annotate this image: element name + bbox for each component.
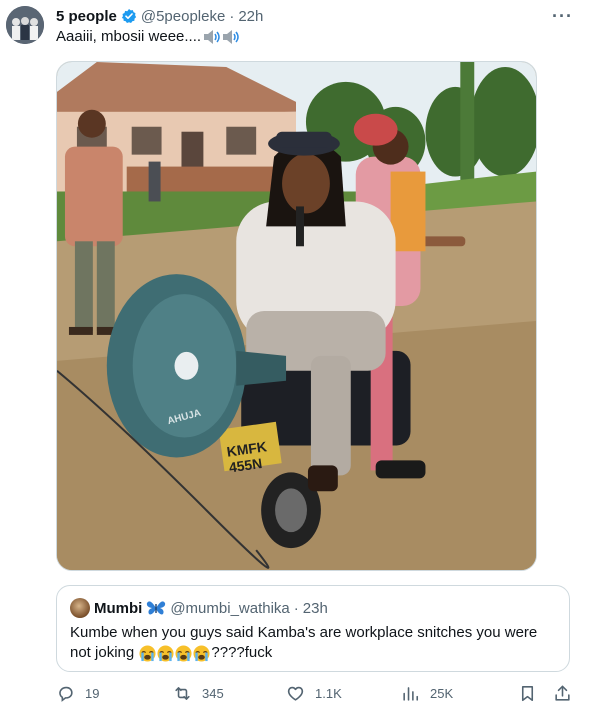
- quoted-tweet[interactable]: Mumbi @mumbi_wathika · 23h Kumbe when yo…: [56, 585, 570, 672]
- quoted-author-handle: @mumbi_wathika: [170, 599, 290, 617]
- loudly-crying-face-icon: [175, 645, 192, 662]
- verified-badge-icon: [121, 8, 137, 24]
- share-button[interactable]: [553, 684, 572, 703]
- quoted-tweet-header: Mumbi @mumbi_wathika · 23h: [70, 598, 328, 618]
- tweet-text: Aaaiii, mbosii weee....: [56, 28, 241, 45]
- loudly-crying-face-icon: [193, 645, 210, 662]
- tweet-action-bar: 19 345 1.1K 25K: [56, 684, 576, 708]
- author-display-name[interactable]: 5 people: [56, 8, 117, 25]
- crying-emoji-group: [139, 645, 210, 662]
- loudly-crying-face-icon: [139, 645, 156, 662]
- author-avatar[interactable]: [6, 6, 44, 44]
- tweet-text-content: Aaaiii, mbosii weee....: [56, 28, 202, 45]
- quoted-text-pre: not joking: [70, 644, 135, 661]
- header-separator: ·: [229, 7, 235, 25]
- share-icon: [553, 684, 572, 703]
- more-options-icon[interactable]: ···: [552, 6, 573, 27]
- quoted-timestamp: 23h: [302, 599, 328, 617]
- butterfly-emoji-icon: [146, 600, 166, 616]
- tweet-header: 5 people @5peopleke · 22h: [56, 6, 263, 26]
- like-button[interactable]: 1.1K: [286, 684, 342, 703]
- bookmark-icon: [518, 684, 537, 703]
- author-handle[interactable]: @5peopleke: [141, 8, 225, 25]
- tweet-media-photo[interactable]: KMFK 455N AHUJA: [56, 61, 537, 571]
- reply-button[interactable]: 19: [56, 684, 99, 703]
- retweet-button[interactable]: 345: [173, 684, 224, 703]
- retweet-icon: [173, 684, 192, 703]
- quoted-text-line1: Kumbe when you guys said Kamba's are wor…: [70, 624, 538, 641]
- quoted-author-avatar: [70, 598, 90, 618]
- heart-icon: [286, 684, 305, 703]
- loudly-crying-face-icon: [157, 645, 174, 662]
- views-count: 25K: [430, 686, 454, 701]
- reply-icon: [56, 684, 75, 703]
- tweet-timestamp[interactable]: 22h: [238, 8, 263, 25]
- bookmark-button[interactable]: [518, 684, 537, 703]
- retweet-count: 345: [202, 686, 224, 701]
- views-button[interactable]: 25K: [401, 684, 453, 703]
- quoted-tweet-text: Kumbe when you guys said Kamba's are wor…: [70, 623, 560, 663]
- quoted-text-post: ????fuck: [211, 644, 273, 661]
- views-chart-icon: [401, 684, 420, 703]
- speaker-emoji-icon: [203, 29, 241, 45]
- like-count: 1.1K: [315, 686, 342, 701]
- quoted-author-display-name: Mumbi: [94, 599, 143, 617]
- reply-count: 19: [85, 686, 100, 701]
- quoted-separator: ·: [293, 599, 299, 617]
